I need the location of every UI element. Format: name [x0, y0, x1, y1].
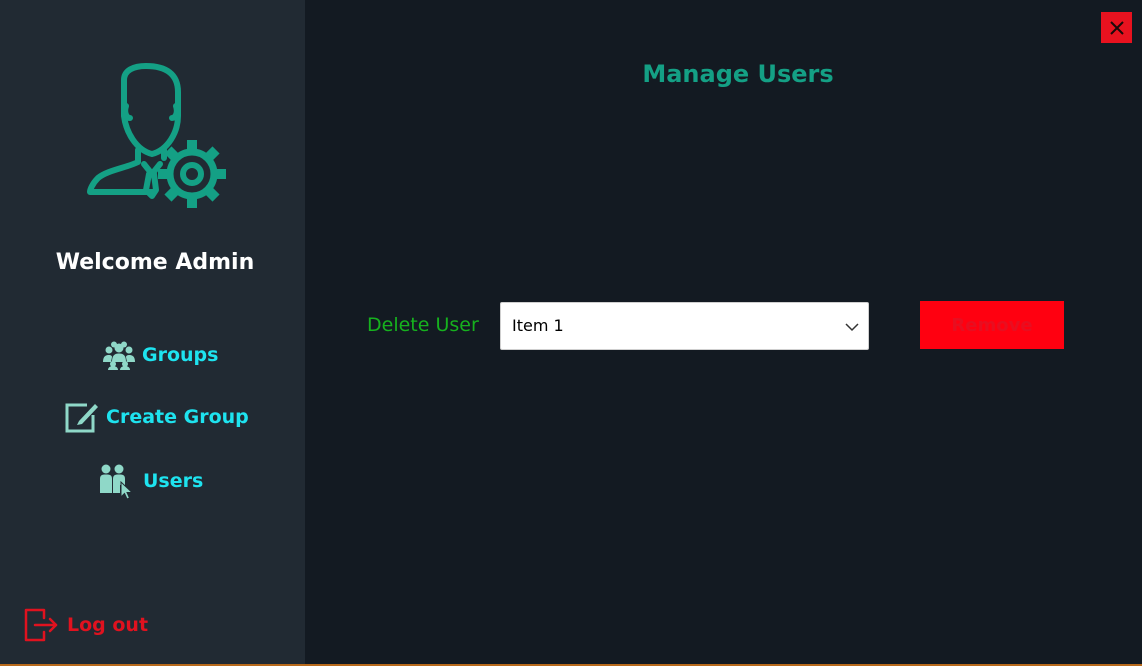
user-select[interactable]: Item 1: [500, 302, 869, 350]
app-window: Welcome Admin Groups Create Group Users …: [0, 0, 1142, 666]
admin-user-gear-icon: [87, 63, 226, 208]
groups-icon: [103, 341, 135, 370]
remove-button[interactable]: Remove: [920, 301, 1064, 349]
users-pointer-icon: [100, 464, 134, 499]
sidebar: Welcome Admin Groups Create Group Users …: [0, 0, 305, 664]
logout-icon: [24, 608, 58, 642]
logout-button[interactable]: Log out: [24, 608, 148, 642]
sidebar-item-groups-label: Groups: [142, 344, 219, 366]
sidebar-item-users[interactable]: Users: [99, 463, 203, 499]
logout-label: Log out: [67, 614, 149, 636]
user-select-value: Item 1: [512, 316, 564, 335]
page-title: Manage Users: [642, 60, 834, 88]
sidebar-item-users-label: Users: [143, 470, 204, 492]
delete-user-label: Delete User: [367, 314, 479, 336]
edit-icon: [65, 403, 98, 433]
chevron-down-icon: [845, 323, 859, 332]
sidebar-item-create-group-label: Create Group: [106, 406, 249, 428]
close-icon: [1109, 20, 1124, 35]
remove-button-label: Remove: [951, 314, 1033, 336]
sidebar-item-create-group[interactable]: Create Group: [65, 401, 249, 433]
close-button[interactable]: [1101, 12, 1132, 43]
welcome-text: Welcome Admin: [55, 250, 255, 275]
sidebar-item-groups[interactable]: Groups: [103, 340, 218, 370]
